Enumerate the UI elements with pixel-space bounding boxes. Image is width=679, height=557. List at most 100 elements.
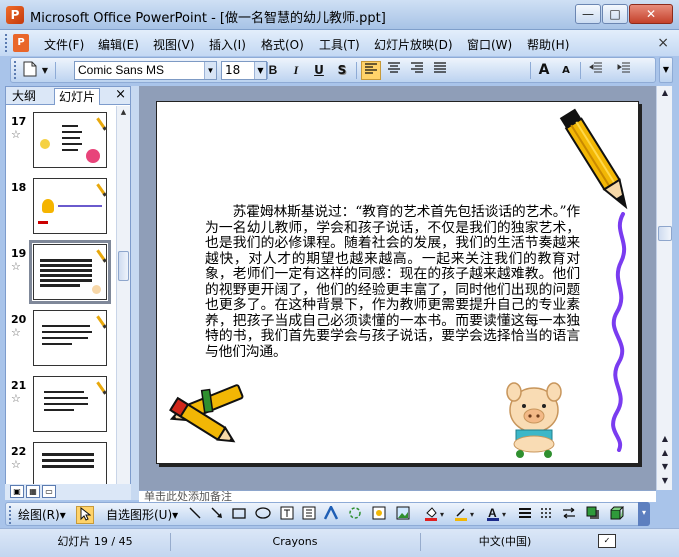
toolbar-grip[interactable] — [14, 61, 16, 79]
panel-close-icon[interactable]: × — [115, 87, 126, 102]
align-left-button[interactable] — [361, 61, 381, 80]
slide-thumbnail[interactable]: 20 ☆ — [6, 304, 116, 370]
decrease-indent-icon[interactable] — [586, 61, 606, 80]
slide-preview[interactable] — [33, 310, 107, 366]
dash-style-icon[interactable] — [538, 506, 556, 524]
maximize-button[interactable]: □ — [602, 4, 628, 24]
slideshow-view-icon[interactable]: ▭ — [42, 485, 56, 498]
arrow-style-icon[interactable] — [560, 506, 578, 524]
scroll-up-icon[interactable]: ▲ — [118, 106, 129, 118]
vertical-textbox-icon[interactable] — [300, 506, 318, 524]
spell-check-status-icon[interactable]: ✓ — [598, 534, 616, 548]
document-icon[interactable]: P — [13, 34, 29, 52]
scroll-up-icon[interactable]: ▲ — [658, 86, 672, 100]
menu-slideshow[interactable]: 幻灯片放映(D) — [374, 36, 453, 53]
textbox-tool-icon[interactable] — [278, 506, 296, 524]
formatting-toolbar: ▼ Comic Sans MS ▼ 18 ▼ B I U S A A — [10, 57, 656, 83]
panel-scroll-thumb[interactable] — [118, 251, 129, 281]
3d-style-icon[interactable] — [608, 506, 626, 524]
menu-file[interactable]: 文件(F) — [44, 36, 84, 53]
menu-edit[interactable]: 编辑(E) — [98, 36, 139, 53]
menu-view[interactable]: 视图(V) — [153, 36, 195, 53]
close-button[interactable]: ✕ — [629, 4, 673, 24]
panel-scrollbar[interactable]: ▲ ▼ — [116, 106, 130, 500]
italic-button[interactable]: I — [286, 61, 306, 80]
diagram-icon[interactable] — [346, 506, 364, 524]
menu-tools[interactable]: 工具(T) — [319, 36, 360, 53]
slide-vertical-scrollbar[interactable]: ▲ ▲ ▲ ▼ ▼ — [656, 86, 672, 490]
notes-pane[interactable]: 单击此处添加备注 — [139, 490, 656, 502]
font-dropdown-icon[interactable]: ▼ — [204, 62, 216, 79]
line-tool-icon[interactable] — [186, 506, 204, 524]
slide-thumbnail-selected[interactable]: 19 ☆ — [6, 238, 116, 304]
tab-outline[interactable]: 大纲 — [8, 88, 40, 105]
slide-number: 17 — [11, 115, 27, 128]
increase-font-size-button[interactable]: A — [534, 61, 554, 80]
minimize-button[interactable]: — — [575, 4, 601, 24]
slide-sorter-view-icon[interactable]: ▦ — [26, 485, 40, 498]
wordart-icon[interactable] — [322, 504, 340, 524]
menu-help[interactable]: 帮助(H) — [527, 36, 569, 53]
preview-pencil-icon — [96, 315, 107, 329]
powerpoint-app-icon[interactable]: P — [6, 6, 24, 24]
slide-preview[interactable] — [33, 178, 107, 234]
shadow-button[interactable]: S — [332, 61, 352, 80]
slide-thumbnail[interactable]: 21 ☆ — [6, 370, 116, 436]
tab-slides[interactable]: 幻灯片 — [54, 88, 101, 105]
oval-tool-icon[interactable] — [254, 506, 272, 524]
shadow-style-icon[interactable] — [584, 506, 602, 524]
slide-preview[interactable] — [29, 240, 111, 304]
align-right-button[interactable] — [407, 61, 427, 80]
toolbar-options-icon[interactable]: ▼ — [659, 57, 673, 83]
draw-menu-button[interactable]: 绘图(R)▾ — [18, 506, 66, 524]
toolbar-separator — [530, 62, 531, 79]
align-center-button[interactable] — [384, 61, 404, 80]
slide-thumbnail[interactable]: 18 — [6, 172, 116, 238]
clipart-icon[interactable] — [370, 506, 388, 524]
slide-thumbnail[interactable]: 17 ☆ — [6, 106, 116, 172]
menu-window[interactable]: 窗口(W) — [467, 36, 512, 53]
insert-picture-icon[interactable] — [394, 506, 412, 524]
new-dropdown-icon[interactable]: ▼ — [40, 61, 50, 80]
slide-preview[interactable] — [33, 376, 107, 432]
rectangle-tool-icon[interactable] — [230, 506, 248, 524]
select-objects-icon[interactable] — [76, 506, 94, 524]
increase-indent-icon[interactable] — [614, 61, 634, 80]
line-color-dropdown-icon[interactable]: ▾ — [467, 506, 477, 524]
decrease-font-size-button[interactable]: A — [556, 61, 576, 80]
scroll-bottom-icon[interactable]: ▼ — [658, 474, 672, 488]
slide-scroll-thumb[interactable] — [658, 226, 672, 241]
justify-button[interactable] — [430, 61, 450, 80]
normal-view-icon[interactable]: ▣ — [10, 485, 24, 498]
new-document-icon[interactable] — [20, 61, 40, 80]
arrow-tool-icon[interactable] — [208, 506, 226, 524]
design-template-status: Crayons — [272, 535, 318, 548]
menu-format[interactable]: 格式(O) — [261, 36, 304, 53]
font-color-dropdown-icon[interactable]: ▾ — [499, 506, 509, 524]
next-slide-icon[interactable]: ▼ — [658, 460, 672, 474]
drawing-toolbar-options-icon[interactable]: ▾ — [638, 502, 650, 526]
slide-body-text[interactable]: 苏霍姆林斯基说过：“教育的艺术首先包括谈话的艺术。”作为一名幼儿教师，学会和孩子… — [205, 204, 580, 360]
fill-color-dropdown-icon[interactable]: ▾ — [437, 506, 447, 524]
toolbar-grip[interactable] — [9, 506, 11, 524]
scroll-down-icon[interactable]: ▲ — [658, 432, 672, 446]
font-name-select[interactable]: Comic Sans MS ▼ — [74, 61, 217, 80]
panel-splitter[interactable] — [131, 86, 139, 500]
preview-text-line — [40, 264, 92, 267]
bold-button[interactable]: B — [263, 61, 283, 80]
menu-insert[interactable]: 插入(I) — [209, 36, 246, 53]
preview-text-line — [44, 409, 74, 411]
line-style-icon[interactable] — [516, 506, 534, 524]
previous-slide-icon[interactable]: ▲ — [658, 446, 672, 460]
animation-star-icon: ☆ — [11, 326, 21, 339]
slide-canvas[interactable]: 苏霍姆林斯基说过：“教育的艺术首先包括谈话的艺术。”作为一名幼儿教师，学会和孩子… — [156, 101, 639, 464]
font-size-select[interactable]: 18 ▼ — [221, 61, 267, 80]
document-close-icon[interactable]: × — [657, 35, 669, 51]
autoshapes-menu-button[interactable]: 自选图形(U)▾ — [106, 506, 178, 524]
preview-text-line — [42, 343, 72, 345]
slide-preview[interactable] — [33, 112, 107, 168]
slide-number: 20 — [11, 313, 27, 326]
underline-button[interactable]: U — [309, 61, 329, 80]
menu-grip[interactable] — [5, 34, 8, 52]
panel-tabs: 大纲 幻灯片 × — [6, 87, 130, 105]
